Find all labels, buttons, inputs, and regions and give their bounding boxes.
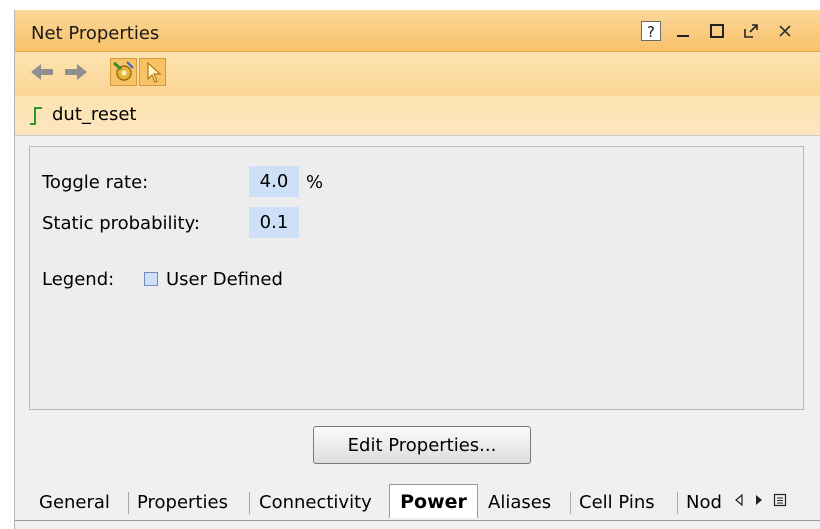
power-properties-panel: Toggle rate: 4.0 % Static probability: 0… (29, 146, 804, 410)
net-properties-window: Net Properties ? dut_reset Toggle rate: … (14, 10, 820, 529)
net-header: dut_reset (15, 96, 820, 136)
auto-update-icon[interactable] (110, 58, 137, 86)
select-pointer-icon[interactable] (139, 58, 166, 86)
tab-list-menu-icon[interactable] (773, 490, 787, 516)
tab-general[interactable]: General (39, 488, 110, 518)
toggle-rate-unit: % (306, 172, 324, 193)
tab-separator (128, 492, 129, 514)
window-controls: ? (641, 20, 797, 42)
tab-separator (677, 492, 678, 514)
title-bar[interactable]: Net Properties ? (15, 10, 820, 52)
help-button[interactable]: ? (641, 21, 661, 41)
toolbar (15, 52, 820, 96)
tab-properties[interactable]: Properties (137, 488, 228, 518)
tab-separator (249, 492, 250, 514)
close-icon[interactable] (773, 20, 797, 42)
tab-bar: General Properties Connectivity Power Al… (15, 484, 820, 520)
minimize-icon[interactable] (671, 20, 695, 42)
static-probability-label: Static probability: (42, 213, 200, 234)
tab-nodes[interactable]: Nod (686, 488, 731, 518)
tab-connectivity[interactable]: Connectivity (259, 488, 372, 518)
float-window-icon[interactable] (739, 20, 763, 42)
tab-power[interactable]: Power (389, 484, 478, 518)
tab-scroll-left-icon[interactable] (733, 490, 745, 516)
legend-label: Legend: (42, 269, 115, 290)
tab-aliases[interactable]: Aliases (488, 488, 551, 518)
bottom-border (15, 520, 820, 521)
net-name: dut_reset (52, 104, 137, 125)
maximize-icon[interactable] (705, 20, 729, 42)
edit-properties-button[interactable]: Edit Properties... (313, 426, 531, 464)
forward-arrow-icon[interactable] (63, 60, 89, 89)
static-probability-value[interactable]: 0.1 (249, 207, 299, 238)
tab-separator (570, 492, 571, 514)
signal-step-icon (29, 106, 43, 130)
legend-user-defined: User Defined (166, 269, 283, 290)
window-title: Net Properties (31, 23, 160, 44)
user-defined-swatch (144, 272, 158, 286)
toggle-rate-label: Toggle rate: (42, 172, 149, 193)
toggle-rate-value[interactable]: 4.0 (249, 166, 299, 197)
back-arrow-icon[interactable] (29, 60, 55, 89)
tab-scroll-right-icon[interactable] (753, 490, 765, 516)
tab-cell-pins[interactable]: Cell Pins (579, 488, 655, 518)
